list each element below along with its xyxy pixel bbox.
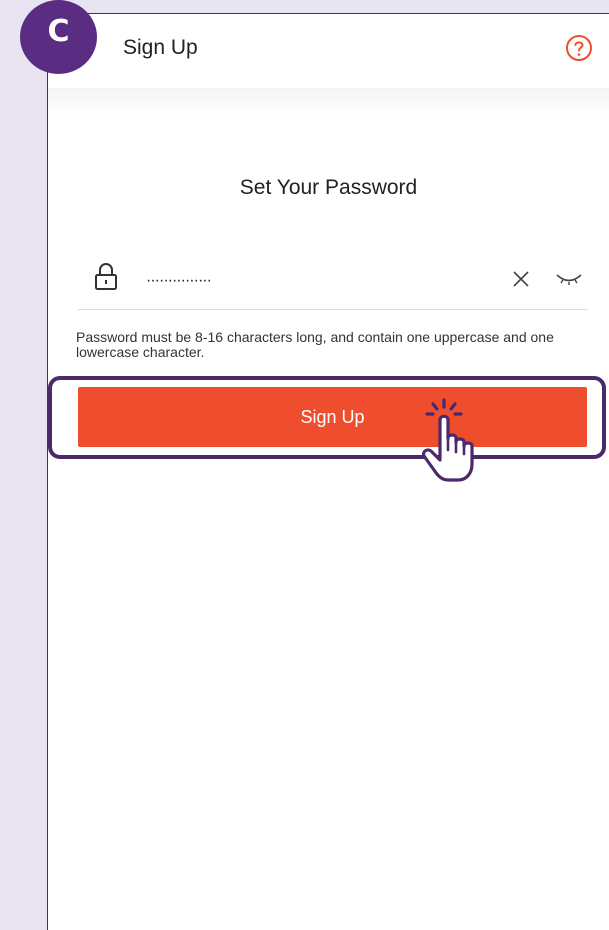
app-header: Sign Up (48, 14, 609, 88)
lock-icon (95, 263, 117, 290)
tap-hand-icon (421, 398, 474, 482)
close-icon[interactable] (510, 268, 532, 290)
help-icon[interactable] (565, 34, 593, 62)
password-hint: Password must be 8-16 characters long, a… (76, 329, 554, 360)
eye-closed-icon[interactable] (555, 270, 583, 288)
sign-up-button[interactable]: Sign Up (78, 387, 587, 447)
step-badge-label: C (47, 14, 70, 49)
password-input[interactable]: ··············· (146, 272, 212, 290)
page-title: Sign Up (123, 36, 198, 59)
page-heading: Set Your Password (239, 176, 418, 199)
header-divider (48, 88, 609, 118)
step-badge: C (20, 0, 97, 74)
field-underline (78, 309, 588, 310)
app-screen: Sign Up Set Your Password ··············… (47, 13, 609, 930)
